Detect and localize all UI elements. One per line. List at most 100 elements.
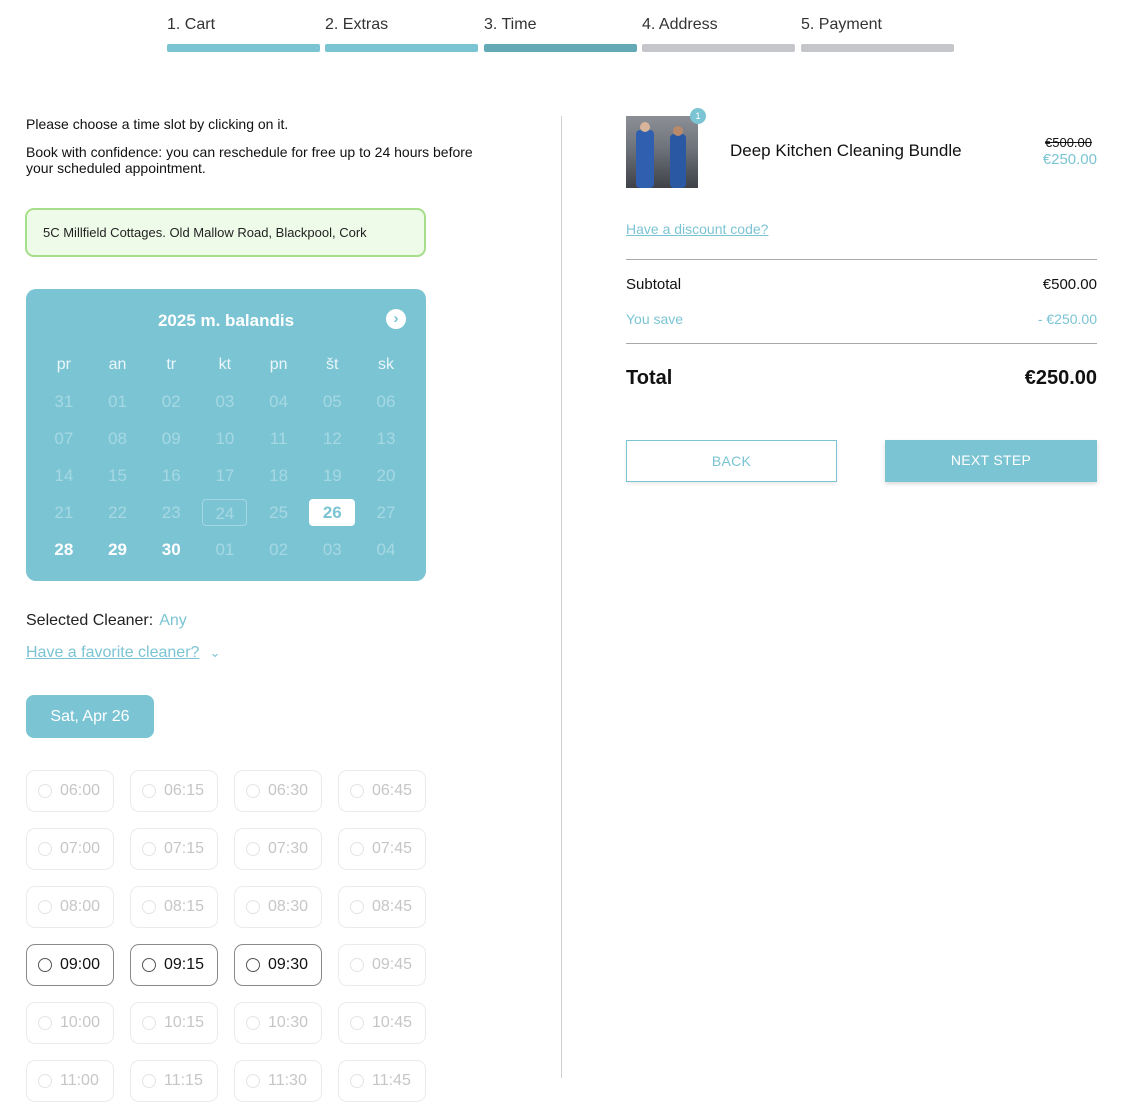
- selected-cleaner: Selected Cleaner: Any: [26, 612, 187, 630]
- calendar-day[interactable]: 24: [202, 499, 248, 526]
- weekday-label: pr: [56, 355, 71, 373]
- divider: [626, 343, 1097, 344]
- step-1: 1. Cart: [167, 14, 320, 52]
- total-value: €250.00: [1024, 367, 1097, 389]
- time-slot-label: 06:45: [372, 782, 413, 799]
- calendar-day: 15: [108, 466, 127, 485]
- calendar-day: 20: [376, 466, 396, 485]
- weekday-label: pn: [269, 355, 288, 373]
- radio-icon: [38, 784, 52, 798]
- time-slot: 07:15: [130, 828, 218, 870]
- step-label: 3. Time: [484, 16, 537, 33]
- calendar-week: 21 22 23 24 25 26 27: [37, 494, 413, 531]
- calendar-day: 21: [54, 503, 74, 522]
- calendar-day[interactable]: 30: [144, 536, 198, 563]
- radio-icon: [142, 784, 156, 798]
- selected-date-tab[interactable]: Sat, Apr 26: [26, 695, 154, 738]
- calendar-day: 01: [108, 392, 127, 411]
- step-4: 4. Address: [642, 14, 795, 52]
- time-slot: 11:15: [130, 1060, 218, 1102]
- time-slot-label: 06:15: [164, 782, 205, 799]
- subtotal-label: Subtotal: [626, 276, 682, 293]
- radio-icon: [350, 842, 364, 856]
- time-slot: 10:30: [234, 1002, 322, 1044]
- radio-icon: [38, 1016, 52, 1030]
- time-slot-label: 06:00: [60, 782, 101, 799]
- reschedule-note: Book with confidence: you can reschedule…: [26, 144, 473, 176]
- favorite-cleaner-link[interactable]: Have a favorite cleaner? ⌄: [26, 644, 220, 662]
- calendar-day: 03: [322, 540, 342, 559]
- chevron-down-icon: ⌄: [209, 645, 221, 660]
- chevron-right-icon[interactable]: ›: [386, 309, 406, 329]
- next-step-button[interactable]: NEXT STEP: [885, 440, 1097, 482]
- time-slot[interactable]: 09:15: [130, 944, 218, 986]
- old-price: €500.00: [1045, 135, 1092, 150]
- calendar: 2025 m. balandis › pr an tr kt pn št sk 31 01 02 0…: [26, 289, 426, 581]
- step-3: 3. Time: [484, 14, 637, 52]
- time-slot-label: 08:30: [268, 898, 309, 915]
- back-button[interactable]: BACK: [626, 440, 837, 482]
- time-slot[interactable]: 09:00: [26, 944, 114, 986]
- selected-cleaner-value[interactable]: Any: [159, 612, 187, 629]
- calendar-day: 04: [269, 392, 289, 411]
- column-divider: [561, 116, 562, 1078]
- time-slot: 11:30: [234, 1060, 322, 1102]
- instruction-text: Please choose a time slot by clicking on…: [26, 116, 289, 132]
- calendar-day: 25: [269, 503, 289, 522]
- step-label: 2. Extras: [325, 16, 389, 33]
- calendar-day: 07: [54, 429, 74, 448]
- subtotal-row: Subtotal €500.00: [626, 276, 1097, 293]
- radio-icon: [38, 900, 52, 914]
- radio-icon: [142, 1016, 156, 1030]
- calendar-day: 16: [161, 466, 181, 485]
- time-slot-label: 11:45: [372, 1072, 411, 1089]
- time-slot-label: 07:15: [164, 840, 205, 857]
- divider: [626, 259, 1097, 260]
- time-slot-label: 08:00: [60, 898, 101, 915]
- calendar-week: 14 15 16 17 18 19 20: [37, 457, 413, 494]
- time-slot-label: 06:30: [268, 782, 309, 799]
- radio-icon: [142, 900, 156, 914]
- calendar-day: 22: [108, 503, 127, 522]
- time-slot: 07:30: [234, 828, 322, 870]
- radio-icon: [38, 1074, 52, 1088]
- radio-icon: [142, 958, 156, 972]
- calendar-day: 08: [108, 429, 127, 448]
- step-label: 1. Cart: [167, 16, 216, 33]
- step-2: 2. Extras: [325, 14, 478, 52]
- time-slot-label: 07:45: [372, 840, 413, 857]
- radio-icon: [246, 842, 260, 856]
- radio-icon: [246, 784, 260, 798]
- discount-code-link[interactable]: Have a discount code?: [626, 221, 768, 237]
- time-slot-label: 09:15: [164, 956, 205, 973]
- time-slot: 08:15: [130, 886, 218, 928]
- calendar-day: 06: [376, 392, 396, 411]
- radio-icon: [350, 958, 364, 972]
- calendar-day[interactable]: 29: [91, 536, 145, 563]
- time-slot: 11:00: [26, 1060, 114, 1102]
- time-slot: 06:45: [338, 770, 426, 812]
- time-slot: 10:15: [130, 1002, 218, 1044]
- selected-cleaner-label: Selected Cleaner:: [26, 612, 154, 629]
- calendar-day-selected[interactable]: 26: [309, 499, 356, 526]
- time-slot-label: 10:30: [268, 1014, 309, 1031]
- calendar-day: 02: [269, 540, 289, 559]
- time-slot-label: 11:30: [268, 1072, 307, 1089]
- savings-value: - €250.00: [1037, 311, 1097, 327]
- calendar-day: 13: [376, 429, 396, 448]
- calendar-day: 04: [376, 540, 396, 559]
- step-progress-bar: [801, 44, 954, 52]
- calendar-day: 31: [54, 392, 74, 411]
- step-progress-bar: [642, 44, 795, 52]
- calendar-day: 23: [161, 503, 181, 522]
- calendar-day: 02: [161, 392, 181, 411]
- step-5: 5. Payment: [801, 14, 954, 52]
- radio-icon: [246, 900, 260, 914]
- step-label: 4. Address: [642, 16, 718, 33]
- time-slot[interactable]: 09:30: [234, 944, 322, 986]
- calendar-day[interactable]: 28: [37, 536, 91, 563]
- time-slot: 08:30: [234, 886, 322, 928]
- calendar-day: 03: [215, 392, 235, 411]
- calendar-week: 07 08 09 10 11 12 13: [37, 420, 413, 457]
- calendar-day: 01: [215, 540, 235, 559]
